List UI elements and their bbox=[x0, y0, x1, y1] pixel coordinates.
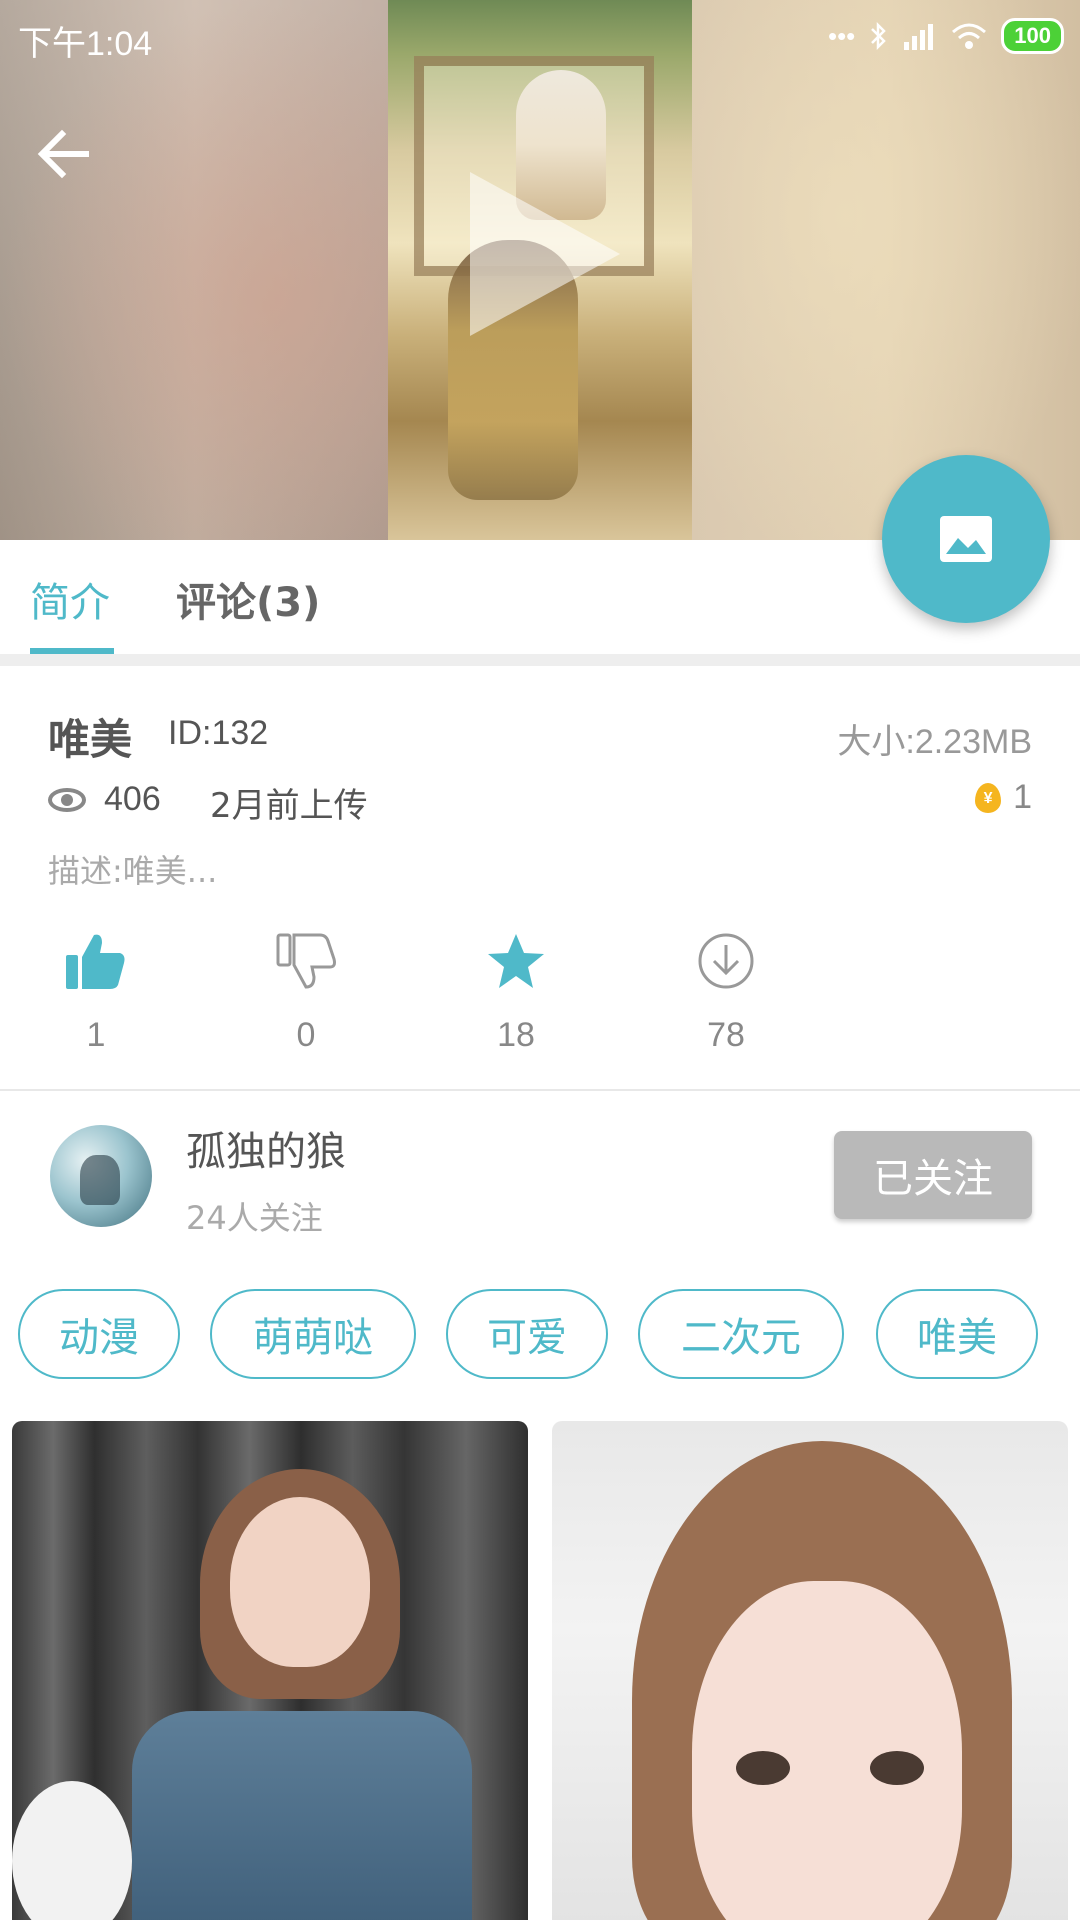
coin-cost-value: 1 bbox=[1013, 778, 1032, 816]
tag-chip[interactable]: 唯美 bbox=[876, 1289, 1038, 1379]
thumbs-up-icon bbox=[66, 934, 125, 989]
status-icons: ••• 100 bbox=[828, 18, 1064, 54]
tag-chip[interactable]: 萌萌哒 bbox=[210, 1289, 416, 1379]
photo-clothing bbox=[132, 1711, 472, 1920]
blurred-background-left bbox=[0, 0, 390, 540]
view-count: 406 bbox=[48, 780, 161, 819]
blurred-background-right bbox=[690, 0, 1080, 540]
upload-time: 2月前上传 bbox=[210, 786, 368, 826]
coin-cost: ¥ 1 bbox=[975, 778, 1032, 817]
eye-icon bbox=[48, 787, 86, 812]
photo-face bbox=[692, 1581, 962, 1920]
play-icon[interactable] bbox=[470, 172, 620, 336]
cell-signal-icon bbox=[904, 24, 934, 50]
set-wallpaper-button[interactable] bbox=[882, 455, 1050, 623]
like-count: 1 bbox=[86, 1016, 106, 1054]
related-wallpaper-thumbnail[interactable] bbox=[552, 1421, 1068, 1920]
wallpaper-id: ID:132 bbox=[168, 714, 269, 752]
tab-comments[interactable]: 评论(3) bbox=[176, 570, 320, 628]
status-time: 下午1:04 bbox=[18, 25, 153, 63]
image-icon bbox=[940, 516, 992, 562]
photo-fluff bbox=[12, 1781, 132, 1920]
wifi-icon bbox=[952, 23, 987, 49]
wallpaper-title: 唯美 bbox=[48, 715, 133, 764]
download-button[interactable]: 78 bbox=[666, 928, 786, 1055]
wallpaper-preview[interactable]: 下午1:04 ••• 100 bbox=[0, 0, 1080, 540]
photo-eye bbox=[870, 1751, 924, 1785]
follow-button[interactable]: 已关注 bbox=[834, 1131, 1032, 1219]
related-wallpaper-thumbnail[interactable] bbox=[12, 1421, 528, 1920]
author-row: 孤独的狼 24人关注 已关注 bbox=[0, 1091, 1080, 1281]
wallpaper-info: 唯美 ID:132 大小:2.23MB 406 2月前上传 ¥ 1 描述:唯美.… bbox=[0, 666, 1080, 1090]
photo-eye bbox=[736, 1751, 790, 1785]
author-name[interactable]: 孤独的狼 bbox=[186, 1119, 346, 1177]
description: 描述:唯美... bbox=[48, 852, 218, 890]
tag-chip[interactable]: 动漫 bbox=[18, 1289, 180, 1379]
favorite-count: 18 bbox=[497, 1016, 535, 1054]
coin-icon: ¥ bbox=[975, 782, 1002, 813]
avatar[interactable] bbox=[50, 1125, 152, 1227]
back-arrow-icon[interactable] bbox=[36, 126, 106, 186]
star-icon bbox=[488, 934, 544, 988]
dislike-count: 0 bbox=[296, 1016, 316, 1054]
download-icon bbox=[698, 933, 754, 989]
back-arrow-glyph bbox=[37, 129, 89, 179]
favorite-button[interactable]: 18 bbox=[456, 928, 576, 1055]
like-button[interactable]: 1 bbox=[36, 928, 156, 1055]
bluetooth-icon bbox=[871, 21, 887, 51]
follower-count: 24人关注 bbox=[186, 1199, 323, 1237]
more-dots-icon: ••• bbox=[827, 20, 856, 51]
battery-icon: 100 bbox=[1001, 18, 1064, 54]
tab-intro[interactable]: 简介 bbox=[30, 570, 110, 628]
file-size: 大小:2.23MB bbox=[837, 723, 1032, 761]
thumbs-down-icon bbox=[276, 933, 336, 989]
tag-chip[interactable]: 可爱 bbox=[446, 1289, 608, 1379]
photo-face bbox=[230, 1497, 370, 1667]
download-count: 78 bbox=[707, 1016, 745, 1054]
tag-chip[interactable]: 二次元 bbox=[638, 1289, 844, 1379]
dislike-button[interactable]: 0 bbox=[246, 928, 366, 1055]
view-count-value: 406 bbox=[104, 780, 161, 818]
section-divider bbox=[0, 654, 1080, 666]
status-bar: 下午1:04 ••• 100 bbox=[0, 0, 1080, 72]
